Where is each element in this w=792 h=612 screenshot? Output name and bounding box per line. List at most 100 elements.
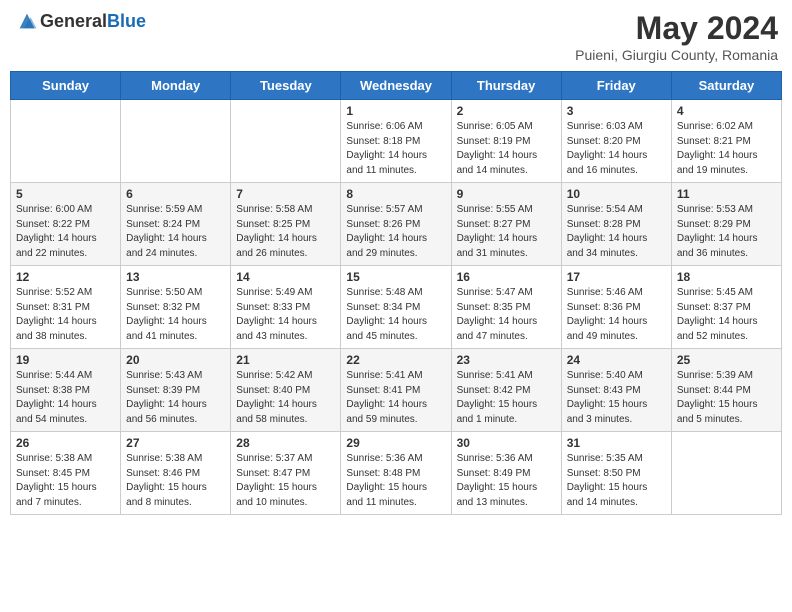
day-info: Sunrise: 5:47 AMSunset: 8:35 PMDaylight:… [457,286,556,344]
calendar-cell: 18 Sunrise: 5:45 AMSunset: 8:37 PMDaylig… [671,266,781,349]
calendar-cell: 4 Sunrise: 6:02 AMSunset: 8:21 PMDayligh… [671,100,781,183]
day-number: 18 [677,270,776,284]
day-info: Sunrise: 5:42 AMSunset: 8:40 PMDaylight:… [236,369,335,427]
day-info: Sunrise: 5:52 AMSunset: 8:31 PMDaylight:… [16,286,115,344]
day-info: Sunrise: 5:45 AMSunset: 8:37 PMDaylight:… [677,286,776,344]
col-tuesday: Tuesday [231,72,341,100]
calendar-cell [121,100,231,183]
calendar-cell: 10 Sunrise: 5:54 AMSunset: 8:28 PMDaylig… [561,183,671,266]
calendar-header-row: Sunday Monday Tuesday Wednesday Thursday… [11,72,782,100]
day-number: 13 [126,270,225,284]
calendar-cell: 11 Sunrise: 5:53 AMSunset: 8:29 PMDaylig… [671,183,781,266]
day-number: 27 [126,436,225,450]
calendar-week-row: 5 Sunrise: 6:00 AMSunset: 8:22 PMDayligh… [11,183,782,266]
day-number: 26 [16,436,115,450]
day-info: Sunrise: 5:57 AMSunset: 8:26 PMDaylight:… [346,203,445,261]
calendar-cell: 22 Sunrise: 5:41 AMSunset: 8:41 PMDaylig… [341,349,451,432]
day-info: Sunrise: 5:41 AMSunset: 8:42 PMDaylight:… [457,369,556,427]
day-number: 31 [567,436,666,450]
day-number: 6 [126,187,225,201]
day-number: 9 [457,187,556,201]
day-info: Sunrise: 5:48 AMSunset: 8:34 PMDaylight:… [346,286,445,344]
logo: GeneralBlue [14,10,146,32]
day-number: 24 [567,353,666,367]
calendar-cell: 7 Sunrise: 5:58 AMSunset: 8:25 PMDayligh… [231,183,341,266]
day-info: Sunrise: 5:49 AMSunset: 8:33 PMDaylight:… [236,286,335,344]
day-number: 21 [236,353,335,367]
calendar-table: Sunday Monday Tuesday Wednesday Thursday… [10,71,782,515]
day-info: Sunrise: 5:58 AMSunset: 8:25 PMDaylight:… [236,203,335,261]
day-number: 14 [236,270,335,284]
day-info: Sunrise: 5:36 AMSunset: 8:48 PMDaylight:… [346,452,445,510]
calendar-cell: 9 Sunrise: 5:55 AMSunset: 8:27 PMDayligh… [451,183,561,266]
calendar-cell: 24 Sunrise: 5:40 AMSunset: 8:43 PMDaylig… [561,349,671,432]
day-info: Sunrise: 5:39 AMSunset: 8:44 PMDaylight:… [677,369,776,427]
calendar-cell: 17 Sunrise: 5:46 AMSunset: 8:36 PMDaylig… [561,266,671,349]
calendar-cell: 15 Sunrise: 5:48 AMSunset: 8:34 PMDaylig… [341,266,451,349]
calendar-cell: 20 Sunrise: 5:43 AMSunset: 8:39 PMDaylig… [121,349,231,432]
calendar-cell: 1 Sunrise: 6:06 AMSunset: 8:18 PMDayligh… [341,100,451,183]
calendar-cell: 26 Sunrise: 5:38 AMSunset: 8:45 PMDaylig… [11,432,121,515]
logo-general: General [40,11,107,31]
day-info: Sunrise: 5:37 AMSunset: 8:47 PMDaylight:… [236,452,335,510]
calendar-cell: 23 Sunrise: 5:41 AMSunset: 8:42 PMDaylig… [451,349,561,432]
day-number: 20 [126,353,225,367]
calendar-cell [231,100,341,183]
location-subtitle: Puieni, Giurgiu County, Romania [575,47,778,63]
calendar-week-row: 1 Sunrise: 6:06 AMSunset: 8:18 PMDayligh… [11,100,782,183]
col-friday: Friday [561,72,671,100]
calendar-cell: 6 Sunrise: 5:59 AMSunset: 8:24 PMDayligh… [121,183,231,266]
calendar-cell: 13 Sunrise: 5:50 AMSunset: 8:32 PMDaylig… [121,266,231,349]
day-number: 10 [567,187,666,201]
day-number: 30 [457,436,556,450]
day-info: Sunrise: 6:05 AMSunset: 8:19 PMDaylight:… [457,120,556,178]
calendar-cell: 27 Sunrise: 5:38 AMSunset: 8:46 PMDaylig… [121,432,231,515]
day-info: Sunrise: 6:03 AMSunset: 8:20 PMDaylight:… [567,120,666,178]
day-info: Sunrise: 5:50 AMSunset: 8:32 PMDaylight:… [126,286,225,344]
calendar-cell: 31 Sunrise: 5:35 AMSunset: 8:50 PMDaylig… [561,432,671,515]
calendar-week-row: 26 Sunrise: 5:38 AMSunset: 8:45 PMDaylig… [11,432,782,515]
col-sunday: Sunday [11,72,121,100]
calendar-cell: 14 Sunrise: 5:49 AMSunset: 8:33 PMDaylig… [231,266,341,349]
day-number: 16 [457,270,556,284]
day-number: 8 [346,187,445,201]
day-info: Sunrise: 5:55 AMSunset: 8:27 PMDaylight:… [457,203,556,261]
day-number: 29 [346,436,445,450]
logo-text: GeneralBlue [40,11,146,32]
day-info: Sunrise: 5:43 AMSunset: 8:39 PMDaylight:… [126,369,225,427]
calendar-cell: 8 Sunrise: 5:57 AMSunset: 8:26 PMDayligh… [341,183,451,266]
day-info: Sunrise: 5:53 AMSunset: 8:29 PMDaylight:… [677,203,776,261]
col-thursday: Thursday [451,72,561,100]
day-info: Sunrise: 5:35 AMSunset: 8:50 PMDaylight:… [567,452,666,510]
calendar-cell: 29 Sunrise: 5:36 AMSunset: 8:48 PMDaylig… [341,432,451,515]
calendar-cell: 12 Sunrise: 5:52 AMSunset: 8:31 PMDaylig… [11,266,121,349]
day-number: 12 [16,270,115,284]
calendar-cell: 25 Sunrise: 5:39 AMSunset: 8:44 PMDaylig… [671,349,781,432]
calendar-cell: 5 Sunrise: 6:00 AMSunset: 8:22 PMDayligh… [11,183,121,266]
logo-blue: Blue [107,11,146,31]
day-info: Sunrise: 5:59 AMSunset: 8:24 PMDaylight:… [126,203,225,261]
day-info: Sunrise: 6:00 AMSunset: 8:22 PMDaylight:… [16,203,115,261]
calendar-cell: 28 Sunrise: 5:37 AMSunset: 8:47 PMDaylig… [231,432,341,515]
day-info: Sunrise: 6:06 AMSunset: 8:18 PMDaylight:… [346,120,445,178]
col-wednesday: Wednesday [341,72,451,100]
day-info: Sunrise: 5:38 AMSunset: 8:45 PMDaylight:… [16,452,115,510]
day-number: 5 [16,187,115,201]
day-number: 15 [346,270,445,284]
day-info: Sunrise: 5:40 AMSunset: 8:43 PMDaylight:… [567,369,666,427]
col-saturday: Saturday [671,72,781,100]
day-info: Sunrise: 5:54 AMSunset: 8:28 PMDaylight:… [567,203,666,261]
day-info: Sunrise: 5:44 AMSunset: 8:38 PMDaylight:… [16,369,115,427]
logo-icon [16,10,38,32]
day-info: Sunrise: 5:36 AMSunset: 8:49 PMDaylight:… [457,452,556,510]
calendar-week-row: 19 Sunrise: 5:44 AMSunset: 8:38 PMDaylig… [11,349,782,432]
calendar-cell: 2 Sunrise: 6:05 AMSunset: 8:19 PMDayligh… [451,100,561,183]
day-number: 22 [346,353,445,367]
calendar-cell [671,432,781,515]
calendar-cell: 16 Sunrise: 5:47 AMSunset: 8:35 PMDaylig… [451,266,561,349]
day-number: 25 [677,353,776,367]
title-area: May 2024 Puieni, Giurgiu County, Romania [575,10,778,63]
calendar-week-row: 12 Sunrise: 5:52 AMSunset: 8:31 PMDaylig… [11,266,782,349]
day-number: 28 [236,436,335,450]
day-number: 1 [346,104,445,118]
